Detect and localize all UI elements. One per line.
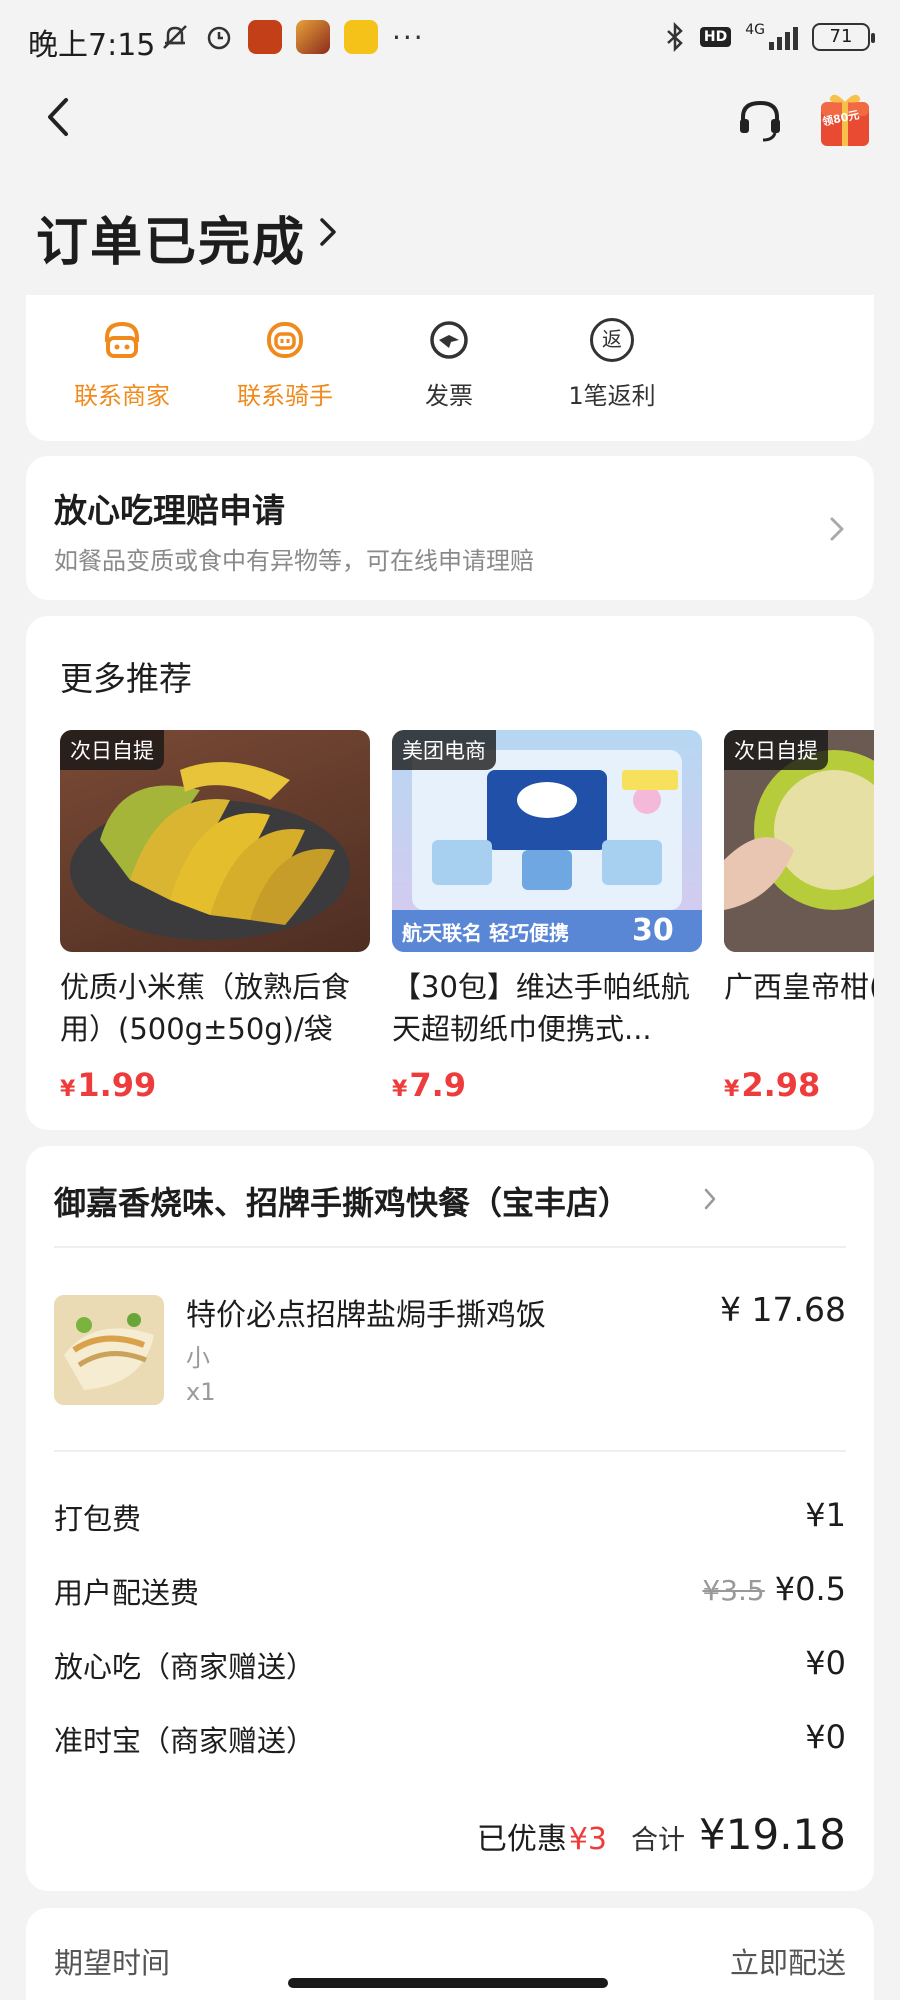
shop-name[interactable]: 御嘉香烧味、招牌手撕鸡快餐（宝丰店） xyxy=(54,1178,630,1224)
rec-item-citrus[interactable]: 次日自提 广西皇帝柑(450g~550 ¥2.98 xyxy=(724,730,874,1104)
signal-icon xyxy=(769,24,798,50)
hd-badge: HD xyxy=(699,27,732,47)
fee-original-price: ¥3.5 xyxy=(702,1574,765,1607)
fee-label-packaging: 打包费 xyxy=(54,1502,142,1536)
rec-tag: 美团电商 xyxy=(392,730,496,770)
mute-bell-icon xyxy=(163,25,187,49)
order-details-card xyxy=(26,1146,874,1891)
discount-value: ¥3 xyxy=(568,1822,608,1857)
invoice-button[interactable]: 发票 xyxy=(369,318,529,411)
claim-title: 放心吃理赔申请 xyxy=(54,491,285,530)
contact-merchant-label: 联系商家 xyxy=(74,382,170,410)
page-title[interactable]: 订单已完成 xyxy=(36,200,306,275)
customer-service-icon[interactable] xyxy=(735,95,785,145)
rec-name: 优质小米蕉（放熟后食用）(500g±50g)/袋 xyxy=(60,970,351,1046)
invoice-icon xyxy=(430,321,468,359)
total-value: ¥19.18 xyxy=(699,1810,846,1859)
dish-spec: 小 xyxy=(186,1344,210,1372)
invoice-label: 发票 xyxy=(425,382,473,410)
bluetooth-icon xyxy=(667,22,683,52)
svg-text:30: 30 xyxy=(632,913,674,948)
rec-price: ¥2.98 xyxy=(724,1066,821,1104)
red-packet-gift-icon[interactable]: 领80元 xyxy=(818,88,872,148)
expected-time-value: 立即配送 xyxy=(729,1946,846,1980)
back-button[interactable] xyxy=(38,92,78,142)
fee-current-price: ¥0.5 xyxy=(774,1570,846,1608)
status-bar: 晚上7:15 ··· HD 4G 71 xyxy=(0,0,900,80)
fee-label-safe-eat: 放心吃（商家赠送） xyxy=(54,1650,316,1684)
total-row: 已优惠 ¥3 合计 ¥19.18 xyxy=(477,1810,846,1859)
rec-item-tissue[interactable]: 30 航天联名 轻巧便携 美团电商 【30包】维达手帕纸航天超韧纸巾便携式...… xyxy=(392,730,702,1104)
chevron-right-icon[interactable] xyxy=(828,514,846,544)
more-notifications-icon: ··· xyxy=(392,20,425,54)
notification-icons: ··· xyxy=(160,20,425,54)
dish-name: 特价必点招牌盐焗手撕鸡饭 xyxy=(186,1298,546,1333)
rec-tag: 次日自提 xyxy=(724,730,828,770)
rec-name: 广西皇帝柑(450g~550 xyxy=(724,970,874,1004)
divider xyxy=(54,1450,846,1452)
contact-rider-label: 联系骑手 xyxy=(237,382,333,410)
contact-rider-icon xyxy=(267,322,303,358)
rec-item-banana[interactable]: 次日自提 优质小米蕉（放熟后食用）(500g±50g)/袋 ¥1.99 xyxy=(60,730,370,1104)
rec-tag: 次日自提 xyxy=(60,730,164,770)
dish-price: ¥ 17.68 xyxy=(720,1290,846,1329)
contact-merchant-icon xyxy=(105,321,139,358)
contact-merchant-button[interactable]: 联系商家 xyxy=(42,318,202,411)
fee-value-on-time: ¥0 xyxy=(805,1718,846,1756)
fee-value-safe-eat: ¥0 xyxy=(805,1644,846,1682)
rec-name: 【30包】维达手帕纸航天超韧纸巾便携式... xyxy=(392,970,690,1046)
chevron-right-icon[interactable] xyxy=(703,1186,717,1212)
alarm-icon xyxy=(207,26,231,50)
battery-icon: 71 xyxy=(812,23,875,51)
fee-value-delivery: ¥3.5 ¥0.5 xyxy=(702,1570,846,1608)
status-time: 晚上7:15 xyxy=(28,28,156,63)
music-app-icon xyxy=(248,20,282,54)
tissue-image-caption: 航天联名 轻巧便携 xyxy=(402,921,569,945)
system-status: HD 4G 71 xyxy=(664,22,875,52)
network-label: 4G xyxy=(745,22,765,38)
delivery-app-icon xyxy=(344,20,378,54)
fee-value-packaging: ¥1 xyxy=(805,1496,846,1534)
claim-subtitle: 如餐品变质或食中有异物等，可在线申请理赔 xyxy=(54,547,534,575)
expected-time-label: 期望时间 xyxy=(54,1946,171,1980)
rebate-label: 1笔返利 xyxy=(568,382,656,410)
dish-quantity: x1 xyxy=(186,1378,216,1406)
citrus-image: 次日自提 xyxy=(724,730,874,952)
rebate-button[interactable]: 返 1笔返利 xyxy=(532,318,692,411)
rebate-icon: 返 xyxy=(590,318,634,362)
fee-label-on-time: 准时宝（商家赠送） xyxy=(54,1724,316,1758)
contact-rider-button[interactable]: 联系骑手 xyxy=(205,318,365,411)
home-indicator[interactable] xyxy=(288,1978,608,1988)
banana-image: 次日自提 xyxy=(60,730,370,952)
rec-price: ¥7.9 xyxy=(392,1066,466,1104)
chevron-right-icon[interactable] xyxy=(316,210,340,254)
tissue-image: 30 航天联名 轻巧便携 美团电商 xyxy=(392,730,702,952)
divider xyxy=(54,1246,846,1248)
total-label: 合计 xyxy=(631,1825,686,1856)
game-app-icon xyxy=(296,20,330,54)
discount-label: 已优惠 xyxy=(476,1822,567,1857)
recommendations-title: 更多推荐 xyxy=(60,659,192,698)
rec-price: ¥1.99 xyxy=(60,1066,157,1104)
dish-image xyxy=(54,1295,164,1405)
fee-label-delivery: 用户配送费 xyxy=(54,1576,200,1610)
